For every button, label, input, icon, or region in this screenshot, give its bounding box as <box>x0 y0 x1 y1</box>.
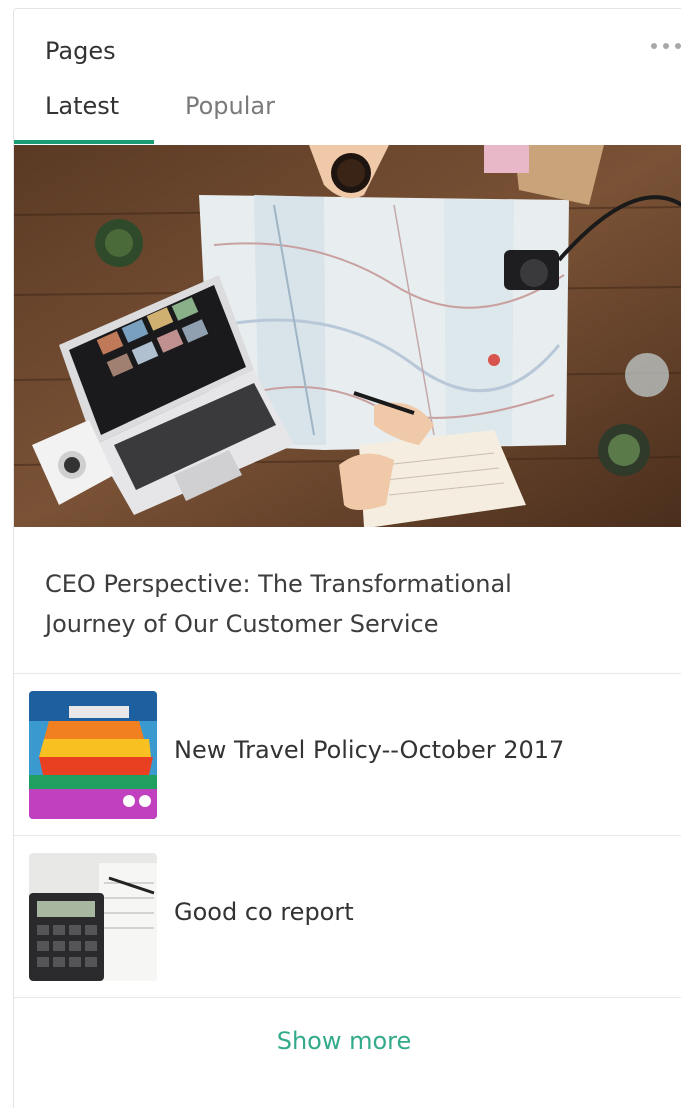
list-item-label: Good co report <box>174 898 354 926</box>
cruise-ship-icon <box>29 691 157 819</box>
featured-page-title[interactable]: CEO Perspective: The Transformational Jo… <box>45 564 605 644</box>
show-more-link[interactable]: Show more <box>14 1027 674 1055</box>
pages-widget: Pages Latest Popular CEO Perspective: Th… <box>13 8 681 1108</box>
cruise-ship-thumbnail <box>29 691 157 819</box>
divider <box>14 997 681 998</box>
list-item-travel-policy[interactable]: New Travel Policy--October 2017 <box>14 674 681 834</box>
list-item-label: New Travel Policy--October 2017 <box>174 736 565 764</box>
more-dot-icon <box>651 43 657 49</box>
more-dot-icon <box>675 43 681 49</box>
calculator-thumbnail <box>29 853 157 981</box>
travel-desk-illustration <box>14 145 681 527</box>
tab-bar: Latest Popular <box>14 87 681 145</box>
more-dot-icon <box>663 43 669 49</box>
tab-latest[interactable]: Latest <box>45 92 119 120</box>
tab-popular[interactable]: Popular <box>185 92 275 120</box>
calculator-icon <box>29 853 157 981</box>
featured-page-image[interactable] <box>14 145 681 527</box>
more-options-button[interactable] <box>651 43 681 49</box>
list-item-good-co-report[interactable]: Good co report <box>14 836 681 996</box>
active-tab-indicator <box>14 140 154 144</box>
widget-title: Pages <box>45 37 116 65</box>
